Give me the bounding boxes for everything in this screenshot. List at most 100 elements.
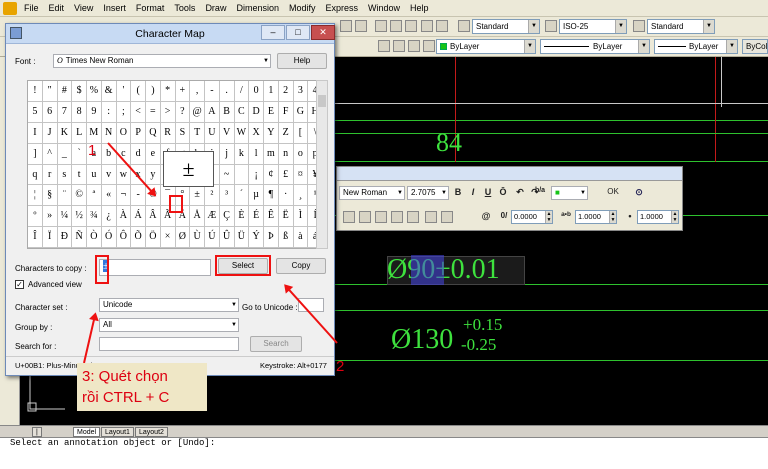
char-cell[interactable]: ¤ xyxy=(293,164,309,186)
char-cell[interactable]: £ xyxy=(278,164,294,186)
menu-dimension[interactable]: Dimension xyxy=(231,3,284,13)
char-cell[interactable]: * xyxy=(160,81,176,102)
scrollbar-thumb[interactable] xyxy=(318,95,326,107)
char-cell[interactable]: D xyxy=(249,101,264,123)
toolbar-icon[interactable] xyxy=(436,20,448,32)
char-cell[interactable]: Ä xyxy=(175,206,191,228)
italic-button[interactable]: I xyxy=(467,187,479,197)
char-cell[interactable]: Á xyxy=(131,206,146,228)
menu-edit[interactable]: Edit xyxy=(44,3,70,13)
toolbar-icon[interactable] xyxy=(340,20,352,32)
menu-modify[interactable]: Modify xyxy=(284,3,321,13)
char-cell[interactable]: 0 xyxy=(249,81,264,102)
char-cell[interactable]: à xyxy=(293,227,309,248)
char-cell[interactable]: e xyxy=(146,143,161,165)
char-cell[interactable]: Û xyxy=(219,227,235,248)
char-cell[interactable]: r xyxy=(42,164,58,186)
char-cell[interactable]: 5 xyxy=(28,101,43,123)
char-cell[interactable]: ( xyxy=(131,81,146,102)
char-cell[interactable]: R xyxy=(160,122,176,144)
chars-to-copy-input[interactable]: ± xyxy=(99,259,211,276)
field-icon[interactable] xyxy=(441,211,453,223)
char-cell[interactable]: ' xyxy=(116,81,132,102)
char-cell[interactable]: © xyxy=(72,185,87,207)
char-cell[interactable]: q xyxy=(28,164,43,186)
char-cell[interactable]: < xyxy=(131,101,146,123)
maximize-button[interactable]: □ xyxy=(286,25,310,40)
char-cell[interactable]: Ý xyxy=(249,227,264,248)
char-cell[interactable]: C xyxy=(234,101,250,123)
char-cell[interactable]: m xyxy=(264,143,279,165)
char-cell[interactable]: P xyxy=(131,122,146,144)
char-cell[interactable]: ; xyxy=(116,101,132,123)
char-cell[interactable]: Å xyxy=(190,206,205,228)
dim-style-combo[interactable]: ISO-25 ▼ xyxy=(559,19,627,34)
char-cell[interactable]: Ô xyxy=(116,227,132,248)
char-cell[interactable]: Ñ xyxy=(72,227,87,248)
font-select[interactable]: O Times New Roman ▼ xyxy=(53,54,271,68)
char-cell[interactable]: 2 xyxy=(278,81,294,102)
char-cell[interactable]: n xyxy=(278,143,294,165)
char-cell[interactable]: ª xyxy=(87,185,102,207)
toolbar-icon[interactable] xyxy=(421,20,433,32)
char-cell[interactable]: Ì xyxy=(293,206,309,228)
toolbar-icon[interactable] xyxy=(390,20,402,32)
tab-layout2[interactable]: Layout2 xyxy=(135,427,168,437)
char-cell[interactable]: Î xyxy=(28,227,43,248)
tab-layout1[interactable]: Layout1 xyxy=(101,427,134,437)
char-cell[interactable]: W xyxy=(234,122,250,144)
char-cell[interactable]: Â xyxy=(146,206,161,228)
char-cell[interactable]: Ü xyxy=(234,227,250,248)
char-cell[interactable]: ß xyxy=(278,227,294,248)
menu-draw[interactable]: Draw xyxy=(200,3,231,13)
char-cell[interactable]: " xyxy=(42,81,58,102)
char-cell[interactable]: : xyxy=(101,101,117,123)
char-cell[interactable]: y xyxy=(146,164,161,186)
char-cell[interactable]: Ú xyxy=(205,227,220,248)
char-cell[interactable]: ¢ xyxy=(264,164,279,186)
command-line[interactable]: Select an annotation object or [Undo]: xyxy=(0,437,768,469)
char-cell[interactable]: Z xyxy=(278,122,294,144)
color-combo[interactable]: ByLayer ▼ xyxy=(436,39,536,54)
char-cell[interactable]: + xyxy=(175,81,191,102)
ok-button[interactable]: OK xyxy=(604,187,622,196)
char-cell[interactable]: ¶ xyxy=(264,185,279,207)
char-cell[interactable]: ² xyxy=(205,185,220,207)
char-cell[interactable]: Ã xyxy=(160,206,176,228)
char-cell[interactable]: ` xyxy=(72,143,87,165)
char-cell[interactable]: Ï xyxy=(42,227,58,248)
undo-button[interactable]: ↶ xyxy=(514,187,526,198)
char-cell[interactable]: Y xyxy=(264,122,279,144)
char-cell[interactable]: ¬ xyxy=(116,185,132,207)
dimension-84[interactable]: 84 xyxy=(436,128,462,158)
advanced-view-checkbox[interactable]: ✓ xyxy=(15,280,24,289)
char-cell[interactable]: l xyxy=(249,143,264,165)
char-cell[interactable]: Þ xyxy=(264,227,279,248)
char-cell[interactable]: ¦ xyxy=(28,185,43,207)
symbol-button[interactable]: @ xyxy=(480,211,492,221)
char-cell[interactable]: _ xyxy=(57,143,73,165)
char-cell[interactable]: v xyxy=(101,164,117,186)
group-by-select[interactable]: All ▼ xyxy=(99,318,239,332)
char-cell[interactable]: M xyxy=(87,122,102,144)
char-cell[interactable]: · xyxy=(278,185,294,207)
char-cell[interactable]: µ xyxy=(249,185,264,207)
char-cell[interactable]: ! xyxy=(28,81,43,102)
char-cell[interactable]: G xyxy=(293,101,309,123)
char-cell[interactable]: ¿ xyxy=(101,206,117,228)
char-cell[interactable]: V xyxy=(219,122,235,144)
menu-insert[interactable]: Insert xyxy=(98,3,131,13)
char-cell[interactable]: F xyxy=(278,101,294,123)
char-cell[interactable]: I xyxy=(28,122,43,144)
align-right-icon[interactable] xyxy=(407,211,419,223)
char-cell[interactable]: U xyxy=(205,122,220,144)
char-cell[interactable]: 6 xyxy=(42,101,58,123)
tab-nav-first[interactable]: |◂ xyxy=(32,427,42,445)
align-left-icon[interactable] xyxy=(375,211,387,223)
char-cell[interactable]: ? xyxy=(175,101,191,123)
menu-view[interactable]: View xyxy=(69,3,98,13)
column-icon[interactable] xyxy=(343,211,355,223)
char-cell[interactable]: § xyxy=(42,185,58,207)
char-cell[interactable]: - xyxy=(205,81,220,102)
dimension-phi130[interactable]: Ø130 xyxy=(391,324,453,356)
